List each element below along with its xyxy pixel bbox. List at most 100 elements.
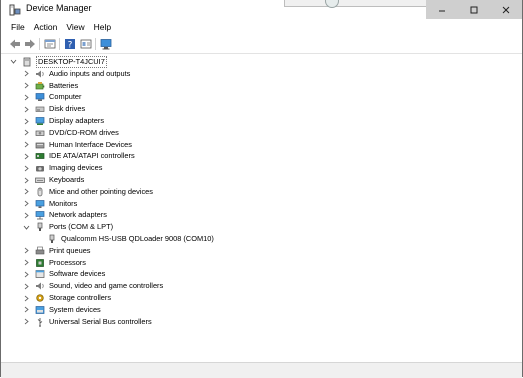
tree-item-label: Batteries — [49, 80, 79, 90]
menu-bar: File Action View Help — [1, 19, 522, 35]
chevron-down-icon[interactable] — [23, 222, 30, 232]
network-icon — [35, 210, 45, 220]
tree-item-label: Disk drives — [49, 104, 86, 114]
disk-drive-icon — [35, 104, 45, 114]
tree-item-label: Audio inputs and outputs — [49, 68, 131, 78]
chevron-right-icon[interactable] — [23, 246, 30, 256]
monitor-icon — [35, 199, 45, 209]
toolbar-separator — [39, 38, 40, 50]
tree-root[interactable]: DESKTOP-T4JCUI7 — [10, 55, 107, 68]
menu-file[interactable]: File — [7, 22, 29, 32]
tree-item-label: Print queues — [49, 245, 91, 255]
tree-item-label: IDE ATA/ATAPI controllers — [49, 151, 135, 161]
chevron-right-icon[interactable] — [23, 81, 30, 91]
port-icon — [35, 222, 45, 232]
tree-item-label: Software devices — [49, 269, 106, 279]
tree-item-audio[interactable]: Audio inputs and outputs — [23, 68, 130, 80]
chevron-right-icon[interactable] — [23, 258, 30, 268]
chevron-right-icon[interactable] — [23, 175, 30, 185]
forward-icon[interactable] — [24, 38, 36, 50]
chevron-right-icon[interactable] — [23, 163, 30, 173]
tree-item-monitors[interactable]: Monitors — [23, 198, 77, 210]
tree-item-software-devices[interactable]: Software devices — [23, 269, 105, 281]
tree-item-system-devices[interactable]: System devices — [23, 304, 101, 316]
tree-item-display-adapters[interactable]: Display adapters — [23, 115, 104, 127]
device-tree: DESKTOP-T4JCUI7 Audio inputs and outputs… — [1, 54, 522, 354]
close-button[interactable] — [490, 0, 522, 19]
details-icon[interactable] — [80, 38, 92, 50]
tree-item-label: Monitors — [49, 198, 78, 208]
tree-item-label: Keyboards — [49, 175, 85, 185]
printer-icon — [35, 246, 45, 256]
camera-icon — [35, 163, 45, 173]
tree-item-computer[interactable]: Computer — [23, 92, 81, 104]
tree-item-label: Network adapters — [49, 210, 107, 220]
minimize-button[interactable] — [426, 0, 458, 19]
tree-item-label: Processors — [49, 257, 86, 267]
tree-item-ide[interactable]: IDE ATA/ATAPI controllers — [23, 151, 135, 163]
menu-help[interactable]: Help — [90, 22, 115, 32]
tree-item-hid[interactable]: Human Interface Devices — [23, 139, 132, 151]
tree-item-dvd[interactable]: DVD/CD-ROM drives — [23, 127, 119, 139]
tree-item-label: Sound, video and game controllers — [49, 281, 164, 291]
menu-action[interactable]: Action — [30, 22, 62, 32]
chevron-right-icon[interactable] — [23, 151, 30, 161]
software-device-icon — [35, 269, 45, 279]
display-adapter-icon — [35, 116, 45, 126]
tree-item-label: DVD/CD-ROM drives — [49, 127, 119, 137]
tree-item-print-queues[interactable]: Print queues — [23, 245, 91, 257]
chevron-right-icon[interactable] — [23, 305, 30, 315]
chevron-down-icon[interactable] — [10, 57, 17, 67]
chevron-right-icon[interactable] — [23, 269, 30, 279]
tree-item-imaging[interactable]: Imaging devices — [23, 162, 102, 174]
device-manager-app-icon — [9, 3, 21, 16]
chevron-right-icon[interactable] — [23, 69, 30, 79]
chevron-right-icon[interactable] — [23, 210, 30, 220]
chevron-right-icon[interactable] — [23, 128, 30, 138]
chevron-right-icon[interactable] — [23, 281, 30, 291]
tree-item-usb[interactable]: Universal Serial Bus controllers — [23, 316, 152, 328]
chevron-right-icon[interactable] — [23, 293, 30, 303]
device-manager-window: Device Manager File Action View Help ? D… — [0, 0, 523, 378]
ide-controller-icon — [35, 151, 45, 161]
tree-item-batteries[interactable]: Batteries — [23, 80, 78, 92]
usb-icon — [35, 317, 45, 327]
status-bar — [1, 362, 522, 378]
toolbar-separator — [59, 38, 60, 50]
chevron-right-icon[interactable] — [23, 116, 30, 126]
back-icon[interactable] — [9, 38, 21, 50]
battery-icon — [35, 81, 45, 91]
tree-item-ports[interactable]: Ports (COM & LPT) — [23, 221, 113, 233]
chevron-right-icon[interactable] — [23, 199, 30, 209]
tree-item-processors[interactable]: Processors — [23, 257, 86, 269]
properties-icon[interactable] — [44, 38, 56, 50]
title-bar[interactable]: Device Manager — [1, 0, 522, 19]
system-device-icon — [35, 305, 45, 315]
chevron-right-icon[interactable] — [23, 317, 30, 327]
svg-text:?: ? — [68, 41, 73, 51]
tree-item-network[interactable]: Network adapters — [23, 210, 107, 222]
tree-item-mice[interactable]: Mice and other pointing devices — [23, 186, 153, 198]
chevron-right-icon[interactable] — [23, 187, 30, 197]
tree-item-keyboards[interactable]: Keyboards — [23, 174, 84, 186]
sound-icon — [35, 281, 45, 291]
chevron-right-icon[interactable] — [23, 104, 30, 114]
window-controls — [426, 0, 522, 19]
tree-item-label: Ports (COM & LPT) — [49, 222, 114, 232]
tree-item-label: System devices — [49, 304, 101, 314]
mouse-icon — [35, 187, 45, 197]
tree-item-storage-controllers[interactable]: Storage controllers — [23, 292, 111, 304]
background-dialog-edge — [284, 0, 427, 8]
dvd-icon — [35, 128, 45, 138]
scan-hardware-icon[interactable] — [100, 38, 112, 50]
tree-item-label: Storage controllers — [49, 293, 112, 303]
root-label: DESKTOP-T4JCUI7 — [36, 55, 107, 68]
tree-child-qualcomm-port[interactable]: Qualcomm HS-USB QDLoader 9008 (COM10) — [47, 233, 214, 245]
chevron-right-icon[interactable] — [23, 92, 30, 102]
tree-item-disk-drives[interactable]: Disk drives — [23, 103, 85, 115]
tree-item-sound-video[interactable]: Sound, video and game controllers — [23, 280, 163, 292]
maximize-button[interactable] — [458, 0, 490, 19]
menu-view[interactable]: View — [62, 22, 88, 32]
help-icon[interactable]: ? — [64, 38, 76, 50]
chevron-right-icon[interactable] — [23, 140, 30, 150]
